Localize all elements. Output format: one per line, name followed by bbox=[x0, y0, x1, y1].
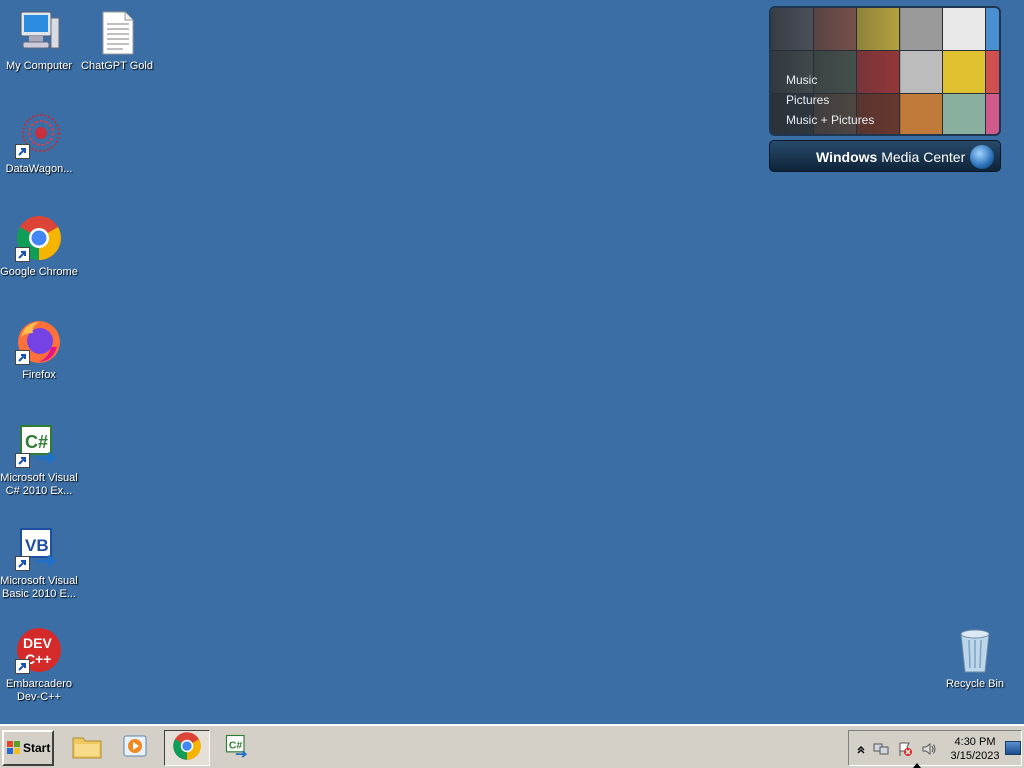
media-center-title-bar[interactable]: Windows Media Center bbox=[769, 140, 1001, 172]
firefox-icon bbox=[15, 317, 63, 365]
media-center-menu-music[interactable]: Music bbox=[786, 70, 874, 90]
taskbar: Start C# 4:30 PM 3/15/2023 bbox=[0, 724, 1024, 768]
desktop-icon-visual-csharp[interactable]: C# Microsoft Visual C# 2010 Ex... bbox=[0, 420, 78, 498]
volume-icon[interactable] bbox=[921, 741, 937, 757]
taskbar-file-explorer-button[interactable] bbox=[68, 730, 106, 766]
start-button[interactable]: Start bbox=[2, 730, 54, 766]
media-center-menu-music-pictures[interactable]: Music + Pictures bbox=[786, 110, 874, 130]
media-center-gadget[interactable]: Music Pictures Music + Pictures Windows … bbox=[769, 6, 1001, 172]
desktop-icon-dev-cpp[interactable]: DEV C++ Embarcadero Dev-C++ bbox=[0, 626, 78, 704]
shortcut-arrow-icon bbox=[15, 144, 30, 159]
clock[interactable]: 4:30 PM 3/15/2023 bbox=[945, 735, 1005, 763]
desktop-icon-chatgpt-gold[interactable]: ChatGPT Gold bbox=[78, 8, 156, 73]
clock-date: 3/15/2023 bbox=[950, 750, 1000, 762]
shortcut-arrow-icon bbox=[15, 556, 30, 571]
media-center-tiles[interactable]: Music Pictures Music + Pictures bbox=[769, 6, 1001, 136]
shortcut-arrow-icon bbox=[15, 659, 30, 674]
show-desktop-button[interactable] bbox=[1005, 741, 1021, 755]
svg-text:VB: VB bbox=[25, 536, 49, 555]
desktop-icon-label: ChatGPT Gold bbox=[81, 60, 153, 72]
desktop-icon-label: DataWagon... bbox=[5, 163, 73, 175]
windows-flag-icon bbox=[7, 741, 21, 755]
desktop-icon-label: Firefox bbox=[22, 369, 56, 381]
desktop-icon-label: My Computer bbox=[5, 60, 73, 72]
shortcut-arrow-icon bbox=[15, 350, 30, 365]
media-center-menu: Music Pictures Music + Pictures bbox=[786, 70, 874, 130]
svg-text:DEV: DEV bbox=[23, 635, 52, 651]
shortcut-arrow-icon bbox=[15, 453, 30, 468]
desktop-icon-label: Microsoft Visual Basic 2010 E... bbox=[0, 575, 78, 600]
desktop-icon-my-computer[interactable]: My Computer bbox=[0, 8, 78, 73]
desktop-icon-label: Embarcadero Dev-C++ bbox=[5, 678, 73, 703]
start-label: Start bbox=[23, 741, 51, 755]
desktop-icon-datawagon[interactable]: DataWagon... bbox=[0, 111, 78, 176]
desktop-icon-google-chrome[interactable]: Google Chrome bbox=[0, 214, 78, 279]
file-explorer-icon bbox=[71, 732, 103, 765]
taskbar-visual-csharp-button[interactable]: C# bbox=[218, 730, 256, 766]
dev-cpp-icon: DEV C++ bbox=[15, 626, 63, 674]
system-tray: 4:30 PM 3/15/2023 bbox=[848, 730, 1022, 766]
visual-csharp-icon: C# bbox=[15, 420, 63, 468]
text-file-icon bbox=[93, 8, 141, 56]
desktop-icon-visual-basic[interactable]: VB Microsoft Visual Basic 2010 E... bbox=[0, 523, 78, 601]
media-center-menu-pictures[interactable]: Pictures bbox=[786, 90, 874, 110]
computer-icon bbox=[15, 8, 63, 56]
desktop-icon-label: Recycle Bin bbox=[945, 678, 1005, 690]
visual-csharp-icon: C# bbox=[222, 732, 252, 765]
windows-orb-icon bbox=[970, 145, 994, 169]
taskbar-chrome-button[interactable] bbox=[164, 730, 210, 766]
network-icon[interactable] bbox=[873, 741, 889, 757]
clock-time: 4:30 PM bbox=[954, 736, 996, 748]
shortcut-arrow-icon bbox=[15, 247, 30, 262]
visual-basic-icon: VB bbox=[15, 523, 63, 571]
action-center-icon[interactable] bbox=[897, 741, 913, 757]
chrome-icon bbox=[15, 214, 63, 262]
desktop: My Computer ChatGPT Gold DataWagon... Go… bbox=[0, 0, 1024, 724]
show-hidden-icons-icon[interactable] bbox=[853, 741, 869, 757]
media-center-title: Windows Media Center bbox=[816, 149, 966, 165]
svg-text:C#: C# bbox=[229, 739, 243, 751]
recycle-bin-icon bbox=[951, 626, 999, 674]
desktop-icon-label: Microsoft Visual C# 2010 Ex... bbox=[0, 472, 78, 497]
svg-text:C#: C# bbox=[25, 432, 48, 452]
taskbar-media-player-button[interactable] bbox=[116, 730, 154, 766]
desktop-icon-label: Google Chrome bbox=[0, 266, 78, 278]
datawagon-icon bbox=[15, 111, 63, 159]
chrome-icon bbox=[172, 731, 202, 766]
desktop-icon-recycle-bin[interactable]: Recycle Bin bbox=[936, 626, 1014, 691]
desktop-icon-firefox[interactable]: Firefox bbox=[0, 317, 78, 382]
media-player-icon bbox=[120, 732, 150, 765]
mouse-cursor-icon bbox=[913, 763, 921, 768]
